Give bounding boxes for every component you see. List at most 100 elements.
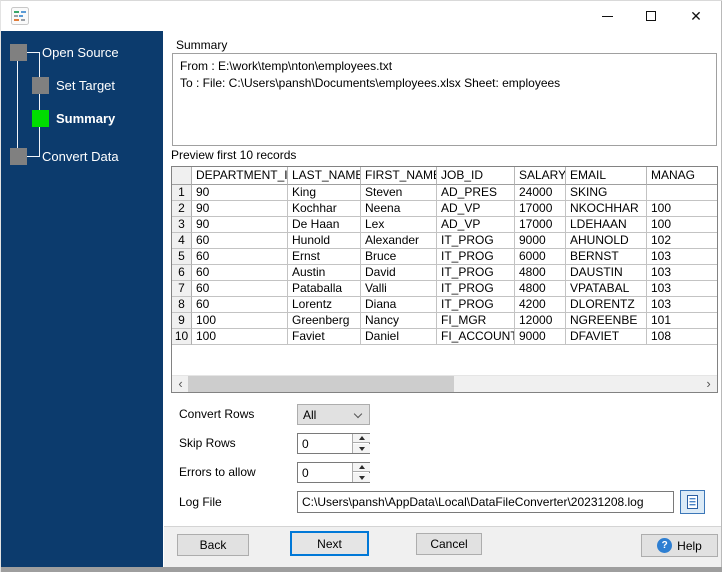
row-number-cell: 5 xyxy=(172,249,192,265)
window-bottom-edge xyxy=(1,567,722,572)
spin-down-button[interactable] xyxy=(353,473,370,482)
table-cell: 60 xyxy=(192,281,288,297)
column-header[interactable]: FIRST_NAME xyxy=(361,167,437,185)
column-header[interactable]: MANAG xyxy=(647,167,717,185)
maximize-button[interactable] xyxy=(629,1,673,31)
table-cell: IT_PROG xyxy=(437,249,515,265)
help-button-label: Help xyxy=(677,538,702,553)
table-row[interactable]: 9 100 Greenberg Nancy FI_MGR 12000 NGREENBE 101 xyxy=(172,313,717,329)
column-header[interactable]: JOB_ID xyxy=(437,167,515,185)
footer-bar: Back Next Cancel ? Help xyxy=(164,526,722,567)
spin-up-button[interactable] xyxy=(353,463,370,472)
step-connector-line xyxy=(17,61,18,148)
app-icon xyxy=(11,7,29,25)
table-row[interactable]: 6 60 Austin David IT_PROG 4800 DAUSTIN 103 xyxy=(172,265,717,281)
table-cell: DAUSTIN xyxy=(566,265,647,281)
spin-down-button[interactable] xyxy=(353,444,370,453)
spin-down-icon xyxy=(358,475,365,480)
skip-rows-label: Skip Rows xyxy=(179,436,236,450)
row-number-cell: 4 xyxy=(172,233,192,249)
table-cell: 60 xyxy=(192,233,288,249)
table-row[interactable]: 7 60 Pataballa Valli IT_PROG 4800 VPATABAL 103 xyxy=(172,281,717,297)
row-number-cell: 3 xyxy=(172,217,192,233)
column-header[interactable]: EMAIL xyxy=(566,167,647,185)
step-square-open-source xyxy=(10,44,27,61)
table-cell: Valli xyxy=(361,281,437,297)
table-cell: AD_PRES xyxy=(437,185,515,201)
summary-box: From : E:\work\temp\nton\employees.txt T… xyxy=(172,53,717,146)
table-cell: 100 xyxy=(647,201,717,217)
minimize-button[interactable] xyxy=(585,1,629,31)
table-cell: 100 xyxy=(192,329,288,345)
table-cell: 6000 xyxy=(515,249,566,265)
row-number-cell: 9 xyxy=(172,313,192,329)
table-cell: Steven xyxy=(361,185,437,201)
column-header[interactable]: LAST_NAME xyxy=(288,167,361,185)
step-square-set-target xyxy=(32,77,49,94)
spin-buttons xyxy=(352,463,370,482)
table-row[interactable]: 3 90 De Haan Lex AD_VP 17000 LDEHAAN 100 xyxy=(172,217,717,233)
table-cell: VPATABAL xyxy=(566,281,647,297)
table-cell xyxy=(647,185,717,201)
table-row[interactable]: 1 90 King Steven AD_PRES 24000 SKING xyxy=(172,185,717,201)
spin-up-icon xyxy=(358,436,365,440)
step-square-summary xyxy=(32,110,49,127)
summary-to-line: To : File: C:\Users\pansh\Documents\empl… xyxy=(180,76,561,90)
table-row[interactable]: 2 90 Kochhar Neena AD_VP 17000 NKOCHHAR 100 xyxy=(172,201,717,217)
minimize-icon xyxy=(601,15,613,17)
table-header-row: DEPARTMENT_ID LAST_NAME FIRST_NAME JOB_ID SA… xyxy=(172,167,717,185)
row-number-cell: 6 xyxy=(172,265,192,281)
log-file-input[interactable] xyxy=(297,491,674,513)
sidebar-item-set-target: Set Target xyxy=(56,78,116,93)
spin-up-button[interactable] xyxy=(353,434,370,443)
convert-rows-select[interactable]: All xyxy=(297,404,370,425)
table-cell: 60 xyxy=(192,265,288,281)
sidebar-item-open-source: Open Source xyxy=(42,45,119,60)
row-number-cell: 1 xyxy=(172,185,192,201)
table-row[interactable]: 5 60 Ernst Bruce IT_PROG 6000 BERNST 103 xyxy=(172,249,717,265)
table-row[interactable]: 10 100 Faviet Daniel FI_ACCOUNT 9000 DFAVIET 10… xyxy=(172,329,717,345)
step-connector-line xyxy=(26,156,40,157)
table-cell: 17000 xyxy=(515,201,566,217)
table-cell: 4800 xyxy=(515,265,566,281)
close-icon: ✕ xyxy=(690,8,702,24)
maximize-icon xyxy=(646,11,656,21)
log-file-browse-button[interactable] xyxy=(680,490,705,514)
scroll-right-icon[interactable]: › xyxy=(700,376,717,392)
table-cell: DLORENTZ xyxy=(566,297,647,313)
summary-from-line: From : E:\work\temp\nton\employees.txt xyxy=(180,59,393,73)
document-icon xyxy=(687,494,698,509)
skip-rows-input[interactable] xyxy=(298,434,350,453)
back-button[interactable]: Back xyxy=(177,534,249,556)
column-header[interactable]: DEPARTMENT_ID xyxy=(192,167,288,185)
errors-to-allow-stepper xyxy=(297,462,370,483)
table-cell: Lorentz xyxy=(288,297,361,313)
errors-to-allow-input[interactable] xyxy=(298,463,350,482)
table-cell: Diana xyxy=(361,297,437,313)
cancel-button[interactable]: Cancel xyxy=(416,533,482,555)
table-row[interactable]: 8 60 Lorentz Diana IT_PROG 4200 DLORENTZ 103 xyxy=(172,297,717,313)
scroll-left-icon[interactable]: ‹ xyxy=(172,376,189,392)
table-cell: Lex xyxy=(361,217,437,233)
table-row[interactable]: 4 60 Hunold Alexander IT_PROG 9000 AHUNOLD 102 xyxy=(172,233,717,249)
spin-buttons xyxy=(352,434,370,453)
wizard-steps-sidebar: Open Source Set Target Summary Convert D… xyxy=(1,31,163,567)
help-icon: ? xyxy=(657,538,673,553)
table-cell: Nancy xyxy=(361,313,437,329)
table-cell: Hunold xyxy=(288,233,361,249)
table-cell: IT_PROG xyxy=(437,265,515,281)
scrollbar-thumb[interactable] xyxy=(188,376,454,392)
next-button[interactable]: Next xyxy=(290,531,369,556)
preview-label: Preview first 10 records xyxy=(171,148,297,162)
table-cell: Pataballa xyxy=(288,281,361,297)
horizontal-scrollbar[interactable]: ‹ › xyxy=(172,375,717,392)
table-cell: 103 xyxy=(647,265,717,281)
column-header[interactable]: SALARY xyxy=(515,167,566,185)
chevron-down-icon xyxy=(353,409,363,419)
close-button[interactable]: ✕ xyxy=(673,1,719,31)
table-cell: 9000 xyxy=(515,233,566,249)
table-cell: 4200 xyxy=(515,297,566,313)
help-button[interactable]: ? Help xyxy=(641,534,718,557)
back-button-label: Back xyxy=(199,538,227,552)
table-cell: 100 xyxy=(647,217,717,233)
